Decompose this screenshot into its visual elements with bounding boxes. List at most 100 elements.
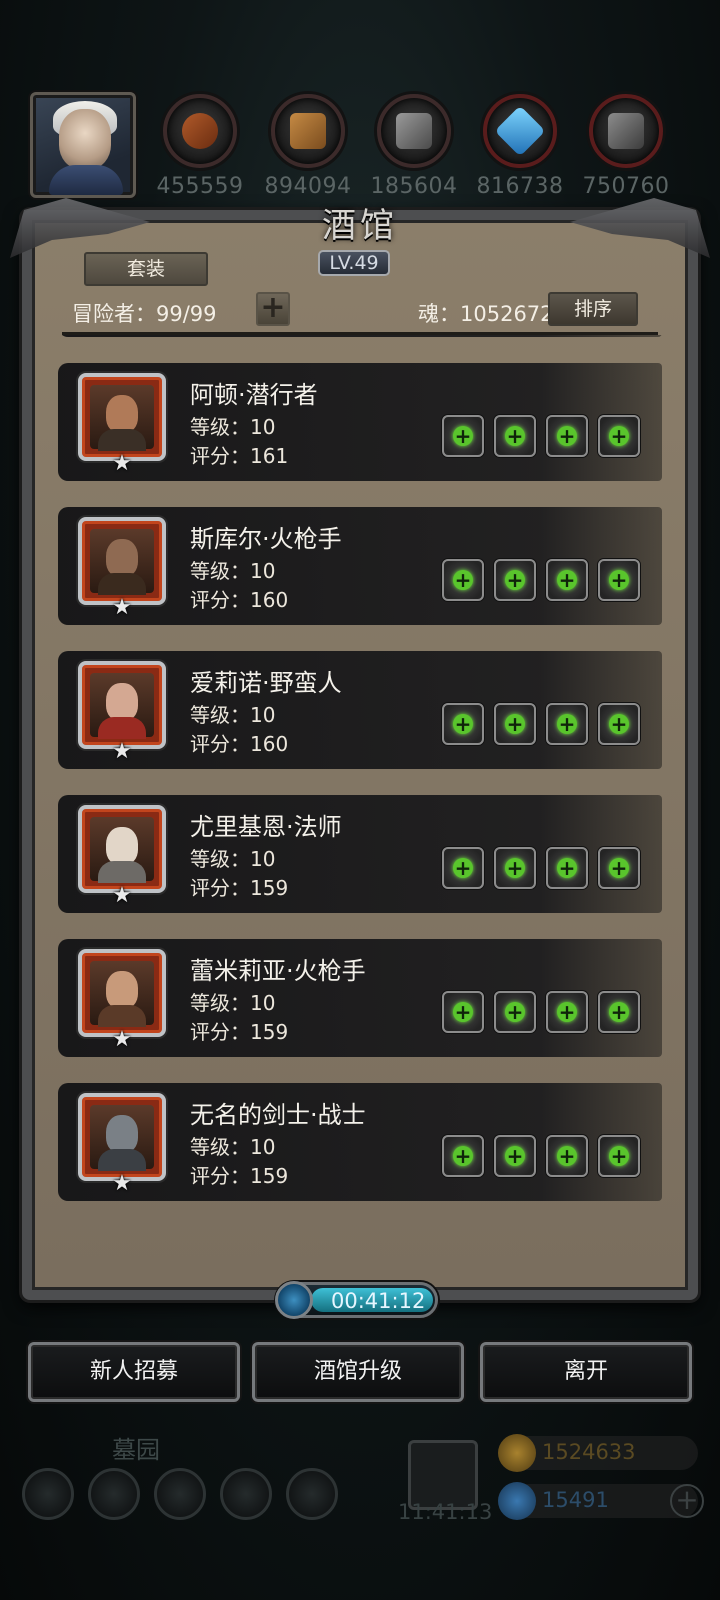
area-name: 墓园 (112, 1436, 160, 1464)
adventurer-level: 等级：10 (190, 415, 276, 439)
suit-button[interactable]: 套装 (84, 252, 208, 286)
gear-icon (22, 1468, 74, 1520)
accessory-slot-icon[interactable]: + (546, 415, 588, 457)
weapon-slot-icon[interactable]: + (442, 559, 484, 601)
add-icon: + (609, 856, 629, 880)
adventurer-portrait[interactable] (78, 373, 166, 461)
adventurer-portrait[interactable] (78, 805, 166, 893)
resource-crystal[interactable]: 816738 (477, 94, 563, 204)
accessory-slot-icon[interactable]: + (546, 847, 588, 889)
upgrade-tavern-button[interactable]: 酒馆升级 (252, 1342, 464, 1402)
ring-slot-icon[interactable]: + (598, 559, 640, 601)
adventurer-portrait[interactable] (78, 517, 166, 605)
add-icon: + (609, 568, 629, 592)
resource-iron[interactable]: 185604 (371, 94, 457, 204)
star-icon: ★ (112, 739, 132, 764)
stone-bricks-icon (589, 94, 663, 168)
armor-slot-icon[interactable]: + (494, 847, 536, 889)
adventurer-row[interactable]: ★ 尤里基恩·法师 等级：10 评分：159 + + + + (58, 795, 662, 913)
ring-slot-icon[interactable]: + (598, 703, 640, 745)
adventurer-count: 冒险者：99/99 (72, 302, 217, 326)
add-icon: + (505, 568, 525, 592)
resource-value: 185604 (370, 174, 458, 199)
adventurer-level: 等级：10 (190, 991, 276, 1015)
resource-wood[interactable]: 894094 (265, 94, 351, 204)
adventurer-list-content: ★雷克斯·战士等级：10评分：164++++ ★ 阿顿·潜行者等级：10 评分：161… (46, 335, 674, 1227)
mail-icon (220, 1468, 272, 1520)
ring-slot-icon[interactable]: + (598, 991, 640, 1033)
portrait-image (90, 961, 154, 1027)
adventurer-row[interactable]: ★ 斯库尔·火枪手 等级：10 评分：160 + + + + (58, 507, 662, 625)
portrait-image (90, 817, 154, 883)
adventurer-row[interactable]: ★ 爱莉诺·野蛮人 等级：10 评分：160 + + + + (58, 651, 662, 769)
adventurer-portrait[interactable] (78, 949, 166, 1037)
clock-icon (275, 1281, 313, 1319)
adventurer-name: 蕾米莉亚·火枪手 (190, 957, 366, 985)
adventurer-row[interactable]: ★ 阿顿·潜行者 等级：10 评分：161 + + + + (58, 363, 662, 481)
ring-slot-icon[interactable]: + (598, 1135, 640, 1177)
adventurer-portrait[interactable] (78, 1093, 166, 1181)
adventurer-level: 等级：10 (190, 847, 276, 871)
portrait-image (90, 385, 154, 451)
adventurer-row[interactable]: ★雷克斯·战士等级：10评分：164++++ (58, 335, 662, 337)
weapon-slot-icon[interactable]: + (442, 703, 484, 745)
add-icon: + (453, 856, 473, 880)
armor-slot-icon[interactable]: + (494, 991, 536, 1033)
resource-ore[interactable]: 455559 (157, 94, 243, 204)
weapon-slot-icon[interactable]: + (442, 1135, 484, 1177)
ring-slot-icon[interactable]: + (598, 415, 640, 457)
adventurer-name: 阿顿·潜行者 (190, 381, 318, 409)
star-icon: ★ (112, 883, 132, 908)
leave-button[interactable]: 离开 (480, 1342, 692, 1402)
ring-slot-icon[interactable]: + (598, 847, 640, 889)
sort-button[interactable]: 排序 (548, 292, 638, 326)
star-icon: ★ (112, 1171, 132, 1196)
add-icon: + (557, 1144, 577, 1168)
adventurer-row[interactable]: ★ 无名的剑士·战士 等级：10 评分：159 + + + + (58, 1083, 662, 1201)
add-icon: + (557, 1000, 577, 1024)
refresh-timer: 00:41:12 (275, 1281, 438, 1319)
weapon-slot-icon[interactable]: + (442, 991, 484, 1033)
equipment-slots: + + + + (442, 703, 642, 747)
equipment-slots: + + + + (442, 1135, 642, 1179)
armor-slot-icon[interactable]: + (494, 559, 536, 601)
recruit-button[interactable]: 新人招募 (28, 1342, 240, 1402)
adventurer-score: 评分：160 (190, 732, 289, 756)
gift-timer: 11:41:13 (398, 1500, 493, 1524)
portrait-image (90, 1105, 154, 1171)
add-icon: + (453, 568, 473, 592)
add-icon: + (505, 1144, 525, 1168)
player-avatar[interactable] (30, 92, 136, 198)
accessory-slot-icon[interactable]: + (546, 991, 588, 1033)
blue-gem-icon (498, 1482, 536, 1520)
add-icon: + (609, 712, 629, 736)
armor-slot-icon[interactable]: + (494, 1135, 536, 1177)
resource-bar: 455559 894094 185604 816738 750760 (0, 88, 720, 208)
add-icon: + (453, 1144, 473, 1168)
chat-icon (286, 1468, 338, 1520)
weapon-slot-icon[interactable]: + (442, 847, 484, 889)
gold-coin-icon (498, 1434, 536, 1472)
adventurer-score: 评分：159 (190, 876, 289, 900)
accessory-slot-icon[interactable]: + (546, 559, 588, 601)
avatar-face (59, 109, 111, 169)
expand-capacity-button[interactable]: + (256, 292, 290, 326)
adventurer-row[interactable]: ★ 蕾米莉亚·火枪手 等级：10 评分：159 + + + + (58, 939, 662, 1057)
soul-count: 魂：1052672 (418, 302, 554, 326)
weapon-slot-icon[interactable]: + (442, 415, 484, 457)
accessory-slot-icon[interactable]: + (546, 703, 588, 745)
ore-sack-icon (163, 94, 237, 168)
gold-value: 1524633 (542, 1440, 636, 1464)
add-icon: + (609, 424, 629, 448)
map-icon (154, 1468, 206, 1520)
resource-value: 816738 (476, 174, 564, 199)
accessory-slot-icon[interactable]: + (546, 1135, 588, 1177)
armor-slot-icon[interactable]: + (494, 703, 536, 745)
adventurer-list[interactable]: ★雷克斯·战士等级：10评分：164++++ ★ 阿顿·潜行者等级：10 评分：161… (46, 335, 674, 1268)
resource-stone[interactable]: 750760 (583, 94, 669, 204)
adventurer-portrait[interactable] (78, 661, 166, 749)
armor-slot-icon[interactable]: + (494, 415, 536, 457)
equipment-slots: + + + + (442, 415, 642, 459)
add-gems-button: + (670, 1484, 704, 1518)
add-icon: + (453, 424, 473, 448)
